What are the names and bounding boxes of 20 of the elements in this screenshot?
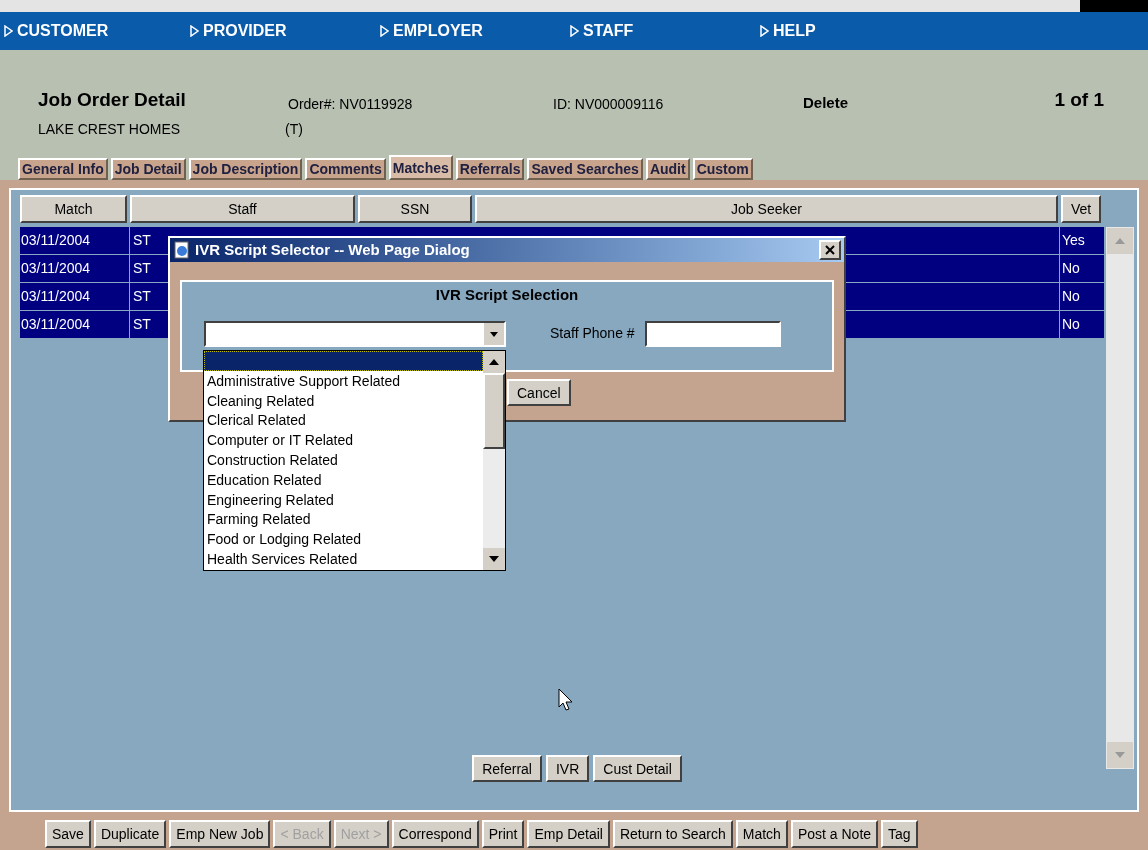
- column-header: Match: [20, 195, 127, 223]
- table-cell-text: No: [1061, 315, 1081, 334]
- id-number: ID: NV000009116: [553, 94, 665, 114]
- record-pager: 1 of 1: [1054, 88, 1104, 112]
- table-cell-text: Yes: [1061, 231, 1086, 250]
- table-cell-text: No: [1061, 259, 1081, 278]
- table-cell: 03/11/2004: [20, 255, 130, 282]
- column-header: Staff: [130, 195, 355, 223]
- order-number: Order#: NV0119928: [288, 94, 414, 114]
- table-cell: 03/11/2004: [20, 311, 130, 338]
- type-code: (T): [285, 119, 303, 139]
- table-cell: 03/11/2004: [20, 227, 130, 254]
- company-name: LAKE CREST HOMES: [38, 119, 182, 139]
- column-header: SSN: [358, 195, 472, 223]
- dialog-heading: IVR Script Selection: [434, 285, 580, 305]
- table-cell: 03/11/2004: [20, 283, 130, 310]
- column-header: Vet: [1061, 195, 1101, 223]
- table-cell-text: No: [1061, 287, 1081, 306]
- page-title: Job Order Detail: [38, 88, 187, 112]
- column-header: Job Seeker: [475, 195, 1058, 223]
